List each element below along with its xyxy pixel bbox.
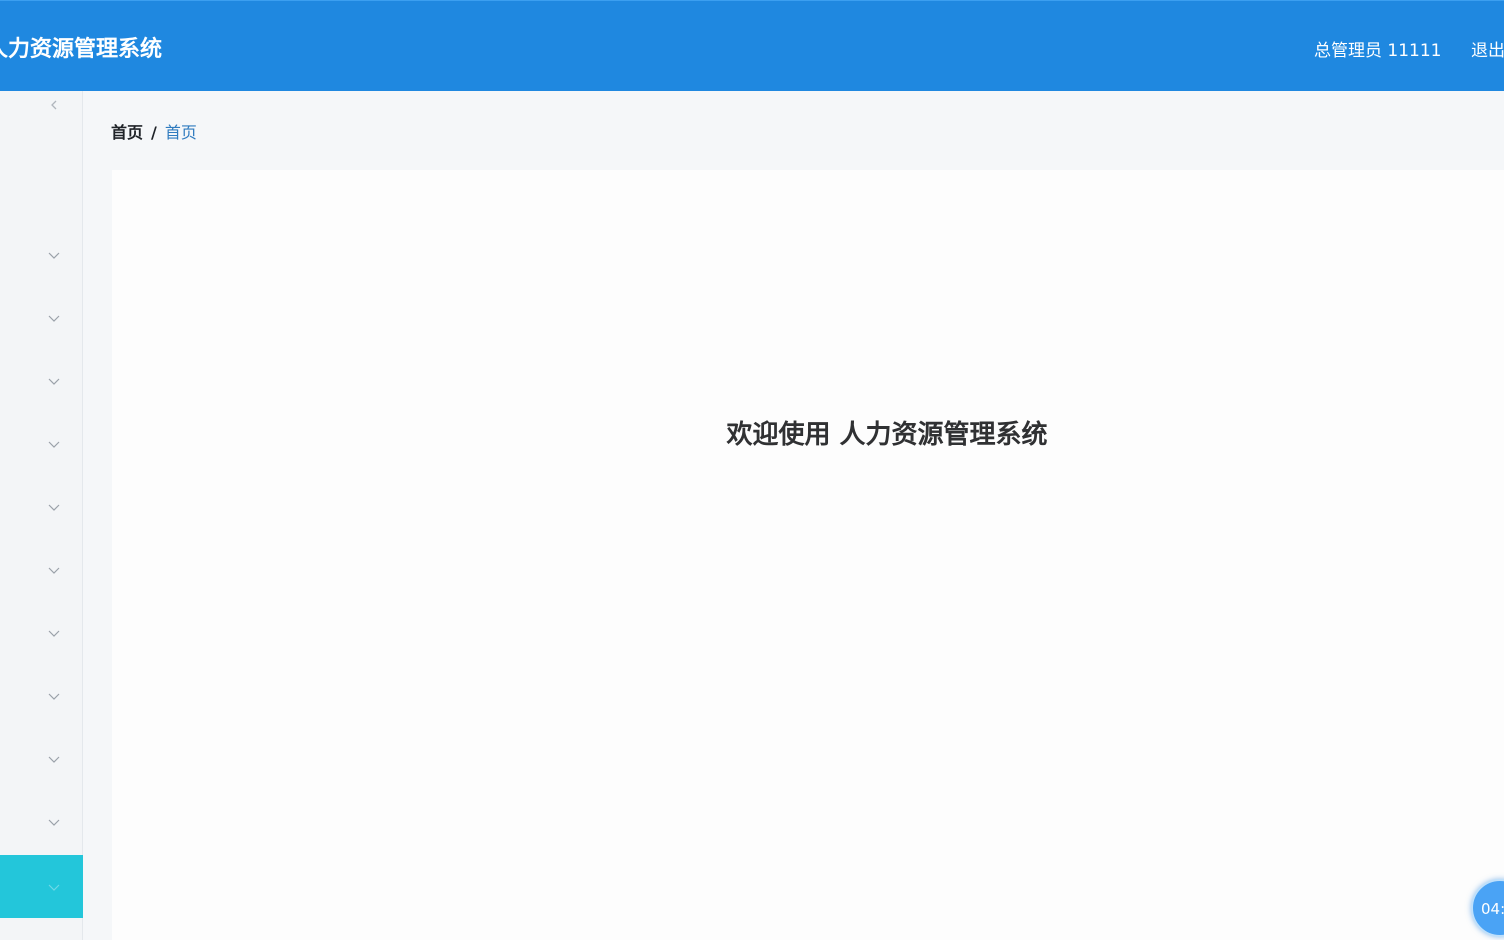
sidebar-menu-item-4[interactable] — [0, 412, 83, 475]
sidebar-menu-item-7[interactable] — [0, 601, 83, 664]
chevron-down-icon — [48, 630, 60, 637]
chevron-down-icon — [48, 441, 60, 448]
chevron-down-icon — [48, 378, 60, 385]
chevron-down-icon — [48, 756, 60, 763]
timer-label: 04: — [1481, 900, 1504, 918]
sidebar-menu-item-1[interactable] — [0, 223, 83, 286]
chevron-down-icon — [48, 567, 60, 574]
chevron-down-icon — [48, 504, 60, 511]
chevron-down-icon — [48, 884, 60, 891]
sidebar-menu-item-10[interactable] — [0, 790, 83, 853]
main-content-panel: 欢迎使用 人力资源管理系统 — [112, 170, 1504, 940]
sidebar-menu-item-5[interactable] — [0, 475, 83, 538]
chevron-left-icon — [51, 100, 57, 110]
sidebar-menu-item-2[interactable] — [0, 286, 83, 349]
sidebar — [0, 91, 83, 940]
breadcrumb-home-link[interactable]: 首页 — [111, 123, 143, 142]
current-user-label: 总管理员 11111 — [1314, 41, 1442, 61]
chevron-down-icon — [48, 693, 60, 700]
breadcrumb-separator: / — [151, 123, 157, 142]
logout-button[interactable]: 退出 — [1471, 36, 1504, 61]
app-title: 人力资源管理系统 — [0, 37, 163, 62]
sidebar-collapse-toggle[interactable] — [46, 97, 62, 113]
chevron-down-icon — [48, 819, 60, 826]
sidebar-menu-item-9[interactable] — [0, 727, 83, 790]
chevron-down-icon — [48, 315, 60, 322]
breadcrumb: 首页 / 首页 — [111, 119, 197, 143]
sidebar-menu-item-8[interactable] — [0, 664, 83, 727]
breadcrumb-current: 首页 — [164, 123, 197, 142]
chevron-down-icon — [48, 252, 60, 259]
welcome-message: 欢迎使用 人力资源管理系统 — [726, 420, 1048, 450]
top-header: 人力资源管理系统 总管理员 11111 退出 — [0, 0, 1504, 91]
sidebar-menu-item-11-active[interactable] — [0, 855, 83, 918]
sidebar-menu-item-6[interactable] — [0, 538, 83, 601]
sidebar-menu-item-3[interactable] — [0, 349, 83, 412]
